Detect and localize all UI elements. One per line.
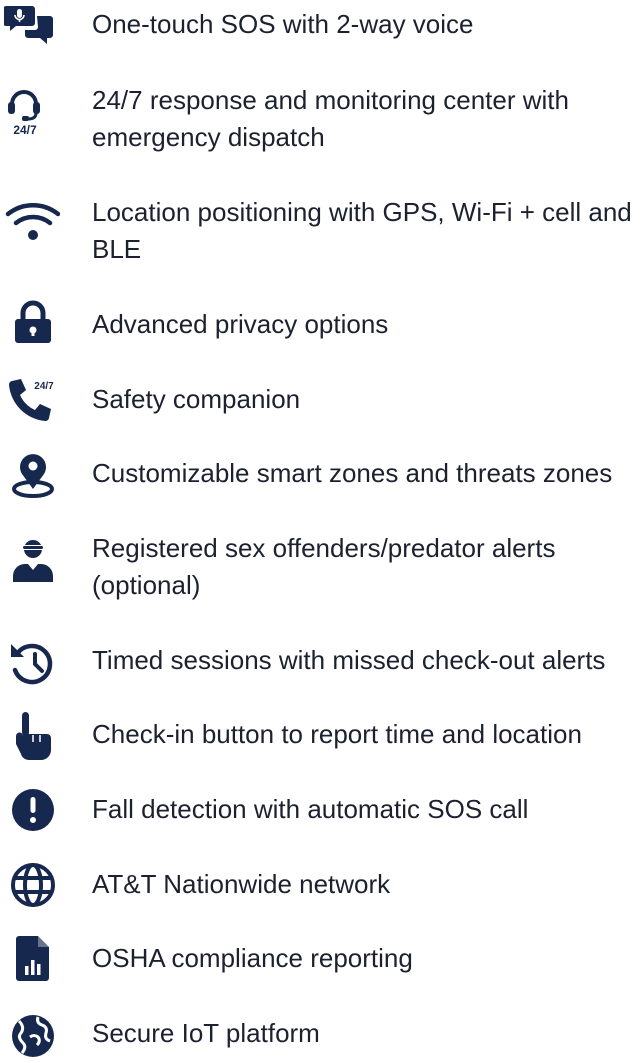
icon-caption-24-7: 24/7 — [34, 381, 54, 392]
feature-label: Location positioning with GPS, Wi-Fi + c… — [92, 197, 632, 264]
exclamation-circle-icon — [4, 781, 60, 837]
feature-label: Registered sex offenders/predator alerts… — [92, 533, 556, 600]
lock-icon — [4, 296, 60, 352]
history-clock-icon — [4, 634, 60, 690]
pointing-hand-icon — [4, 708, 60, 764]
feature-label: AT&T Nationwide network — [92, 869, 391, 899]
feature-label: Fall detection with automatic SOS call — [92, 794, 529, 824]
report-chart-file-icon — [4, 930, 60, 986]
feature-label: Timed sessions with missed check-out ale… — [92, 645, 606, 675]
globe-icon — [4, 856, 60, 912]
feature-label: Check-in button to report time and locat… — [92, 719, 582, 749]
feature-label: Safety companion — [92, 384, 301, 414]
feature-label: Secure IoT platform — [92, 1018, 320, 1048]
feature-label: One-touch SOS with 2-way voice — [92, 9, 474, 39]
chat-mic-icon — [4, 0, 60, 56]
feature-label: OSHA compliance reporting — [92, 943, 413, 973]
map-pin-zone-icon — [4, 445, 60, 501]
headset-24-7-icon: 24/7 — [4, 82, 60, 138]
icon-caption-24-7: 24/7 — [13, 123, 37, 137]
phone-24-7-icon: 24/7 — [4, 373, 60, 429]
feature-label: 24/7 response and monitoring center with… — [92, 85, 569, 152]
feature-label: Customizable smart zones and threats zon… — [92, 458, 613, 488]
masked-person-icon — [4, 532, 60, 588]
feature-label: Advanced privacy options — [92, 309, 389, 339]
earth-icon — [4, 1007, 60, 1063]
wifi-icon — [4, 194, 60, 250]
